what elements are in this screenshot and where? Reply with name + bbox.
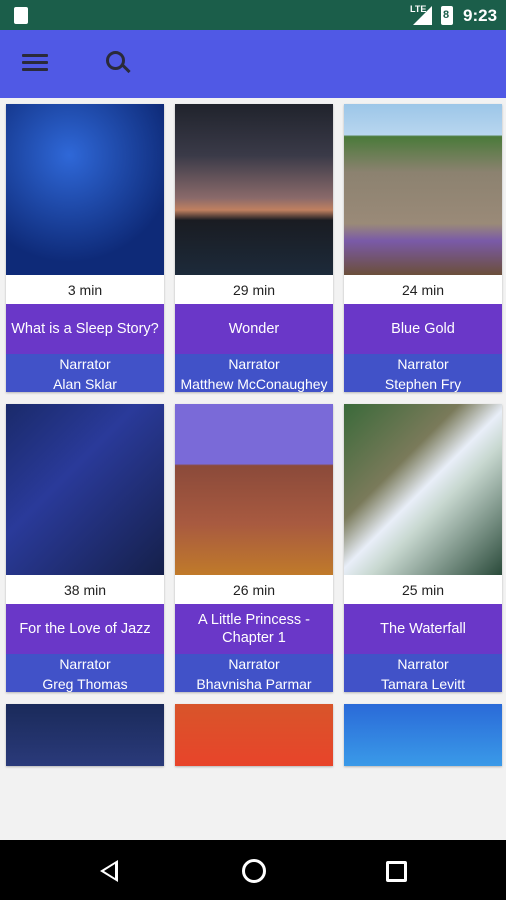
story-thumbnail (175, 104, 333, 275)
story-card[interactable] (175, 704, 333, 766)
story-thumbnail (175, 404, 333, 575)
story-duration: 26 min (232, 582, 276, 598)
story-duration: 3 min (67, 282, 103, 298)
story-card[interactable]: 29 min Wonder Narrator Matthew McConaugh… (175, 104, 333, 392)
story-thumbnail (344, 404, 502, 575)
story-title: Wonder (175, 304, 333, 354)
narrator-label: Narrator (397, 656, 449, 672)
story-narrator-band: Narrator Bhavnisha Parmar (175, 654, 333, 692)
story-title: A Little Princess - Chapter 1 (175, 604, 333, 654)
story-duration: 25 min (401, 582, 445, 598)
story-title: Blue Gold (344, 304, 502, 354)
narrator-name: Alan Sklar (53, 376, 117, 392)
narrator-name: Stephen Fry (384, 376, 462, 392)
status-time: 9:23 (463, 6, 498, 25)
recents-square-icon[interactable] (386, 861, 407, 882)
narrator-name: Bhavnisha Parmar (196, 676, 312, 692)
story-card[interactable]: 38 min For the Love of Jazz Narrator Gre… (6, 404, 164, 692)
story-duration: 24 min (401, 282, 445, 298)
story-grid: 3 min What is a Sleep Story? Narrator Al… (0, 98, 506, 840)
story-duration: 38 min (63, 582, 107, 598)
narrator-name: Tamara Levitt (380, 676, 466, 692)
story-thumbnail (6, 104, 164, 275)
story-thumbnail (344, 704, 502, 766)
sd-card-icon (14, 7, 28, 24)
network-type: LTE (410, 4, 427, 14)
narrator-label: Narrator (228, 656, 280, 672)
app-bar (0, 30, 506, 98)
search-icon[interactable] (106, 51, 132, 77)
story-thumbnail (175, 704, 333, 766)
story-card[interactable]: 24 min Blue Gold Narrator Stephen Fry (344, 104, 502, 392)
story-card[interactable]: 3 min What is a Sleep Story? Narrator Al… (6, 104, 164, 392)
narrator-name: Matthew McConaughey (180, 376, 328, 392)
narrator-label: Narrator (228, 356, 280, 372)
story-narrator-band: Narrator Greg Thomas (6, 654, 164, 692)
narrator-label: Narrator (59, 356, 111, 372)
story-narrator-band: Narrator Matthew McConaughey (175, 354, 333, 392)
battery-level: 8 (443, 9, 450, 21)
hamburger-menu-icon[interactable] (22, 54, 48, 74)
back-triangle-icon[interactable] (100, 860, 118, 882)
story-narrator-band: Narrator Alan Sklar (6, 354, 164, 392)
story-card[interactable]: 25 min The Waterfall Narrator Tamara Lev… (344, 404, 502, 692)
story-thumbnail (6, 704, 164, 766)
home-circle-icon[interactable] (242, 859, 266, 883)
battery-icon: 8 (441, 6, 453, 25)
status-bar: LTE 8 9:23 (0, 0, 506, 30)
story-title: For the Love of Jazz (6, 604, 164, 654)
story-thumbnail (344, 104, 502, 275)
story-title: The Waterfall (344, 604, 502, 654)
story-thumbnail (6, 404, 164, 575)
story-card[interactable]: 26 min A Little Princess - Chapter 1 Nar… (175, 404, 333, 692)
story-narrator-band: Narrator Stephen Fry (344, 354, 502, 392)
story-duration: 29 min (232, 282, 276, 298)
narrator-label: Narrator (59, 656, 111, 672)
story-title: What is a Sleep Story? (6, 304, 164, 354)
story-narrator-band: Narrator Tamara Levitt (344, 654, 502, 692)
narrator-label: Narrator (397, 356, 449, 372)
story-card[interactable] (6, 704, 164, 766)
system-nav-bar (0, 840, 506, 900)
narrator-name: Greg Thomas (42, 676, 128, 692)
story-card[interactable] (344, 704, 502, 766)
